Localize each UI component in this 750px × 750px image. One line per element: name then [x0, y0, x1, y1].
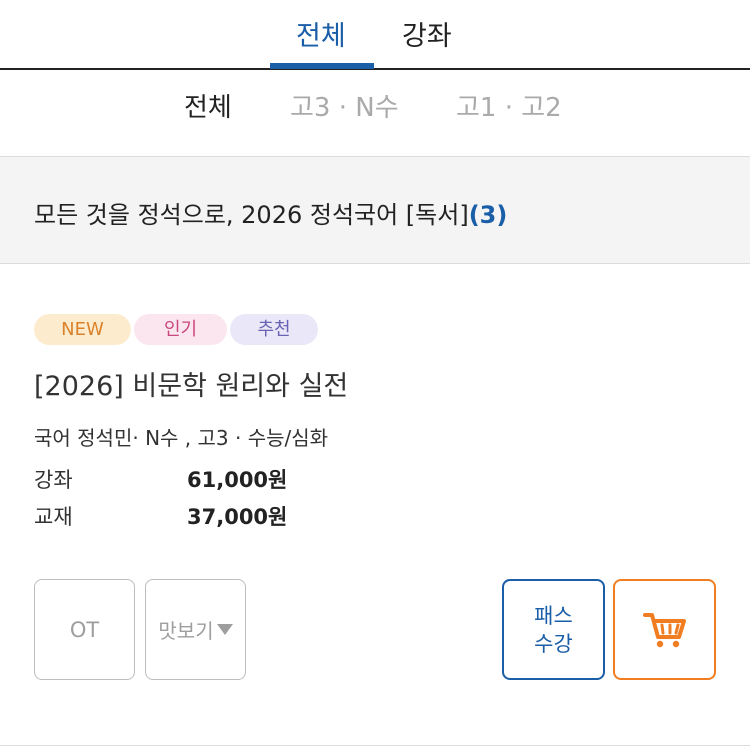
course-title[interactable]: [2026] 비문학 원리와 실전: [34, 364, 348, 403]
course-meta: 국어 정석민· N수 , 고3 · 수능/심화: [34, 426, 329, 450]
pass-enroll-button[interactable]: 패스 수강: [502, 579, 605, 680]
section-title: 모든 것을 정석으로, 2026 정석국어 [독서](3): [34, 195, 507, 230]
lecture-price-value: 61,000원: [187, 468, 288, 492]
subtab-high3-nsu[interactable]: 고3 · N수: [290, 87, 399, 124]
ot-button-label: OT: [69, 617, 100, 642]
pass-button-line1: 패스: [534, 603, 573, 628]
cart-icon: [642, 612, 686, 647]
subtab-high1-high2[interactable]: 고1 · 고2: [456, 87, 562, 124]
active-tab-indicator: [270, 63, 374, 69]
tab-courses[interactable]: 강좌: [402, 14, 452, 53]
preview-button-label: 맛보기: [158, 619, 214, 643]
preview-button[interactable]: 맛보기: [145, 579, 246, 680]
lecture-price-label: 강좌: [34, 468, 73, 492]
section-title-text: 모든 것을 정석으로, 2026 정석국어 [독서]: [34, 201, 469, 229]
section-header: 모든 것을 정석으로, 2026 정석국어 [독서](3): [0, 156, 750, 264]
sub-tab-bar: 전체 고3 · N수 고1 · 고2: [0, 72, 750, 156]
subtab-all[interactable]: 전체: [184, 87, 232, 124]
textbook-price-label: 교재: [34, 505, 73, 529]
card-divider: [0, 745, 750, 746]
dropdown-arrow-icon: [216, 624, 233, 635]
pass-button-line2: 수강: [534, 631, 573, 656]
new-badge: NEW: [34, 314, 131, 345]
ot-button[interactable]: OT: [34, 579, 135, 680]
top-tab-bar: 전체 강좌: [0, 0, 750, 70]
tab-all[interactable]: 전체: [296, 14, 346, 53]
popular-badge: 인기: [134, 314, 227, 345]
section-count: (3): [468, 201, 508, 229]
textbook-price-value: 37,000원: [187, 505, 288, 529]
recommended-badge: 추천: [230, 314, 318, 345]
add-to-cart-button[interactable]: [613, 579, 716, 680]
